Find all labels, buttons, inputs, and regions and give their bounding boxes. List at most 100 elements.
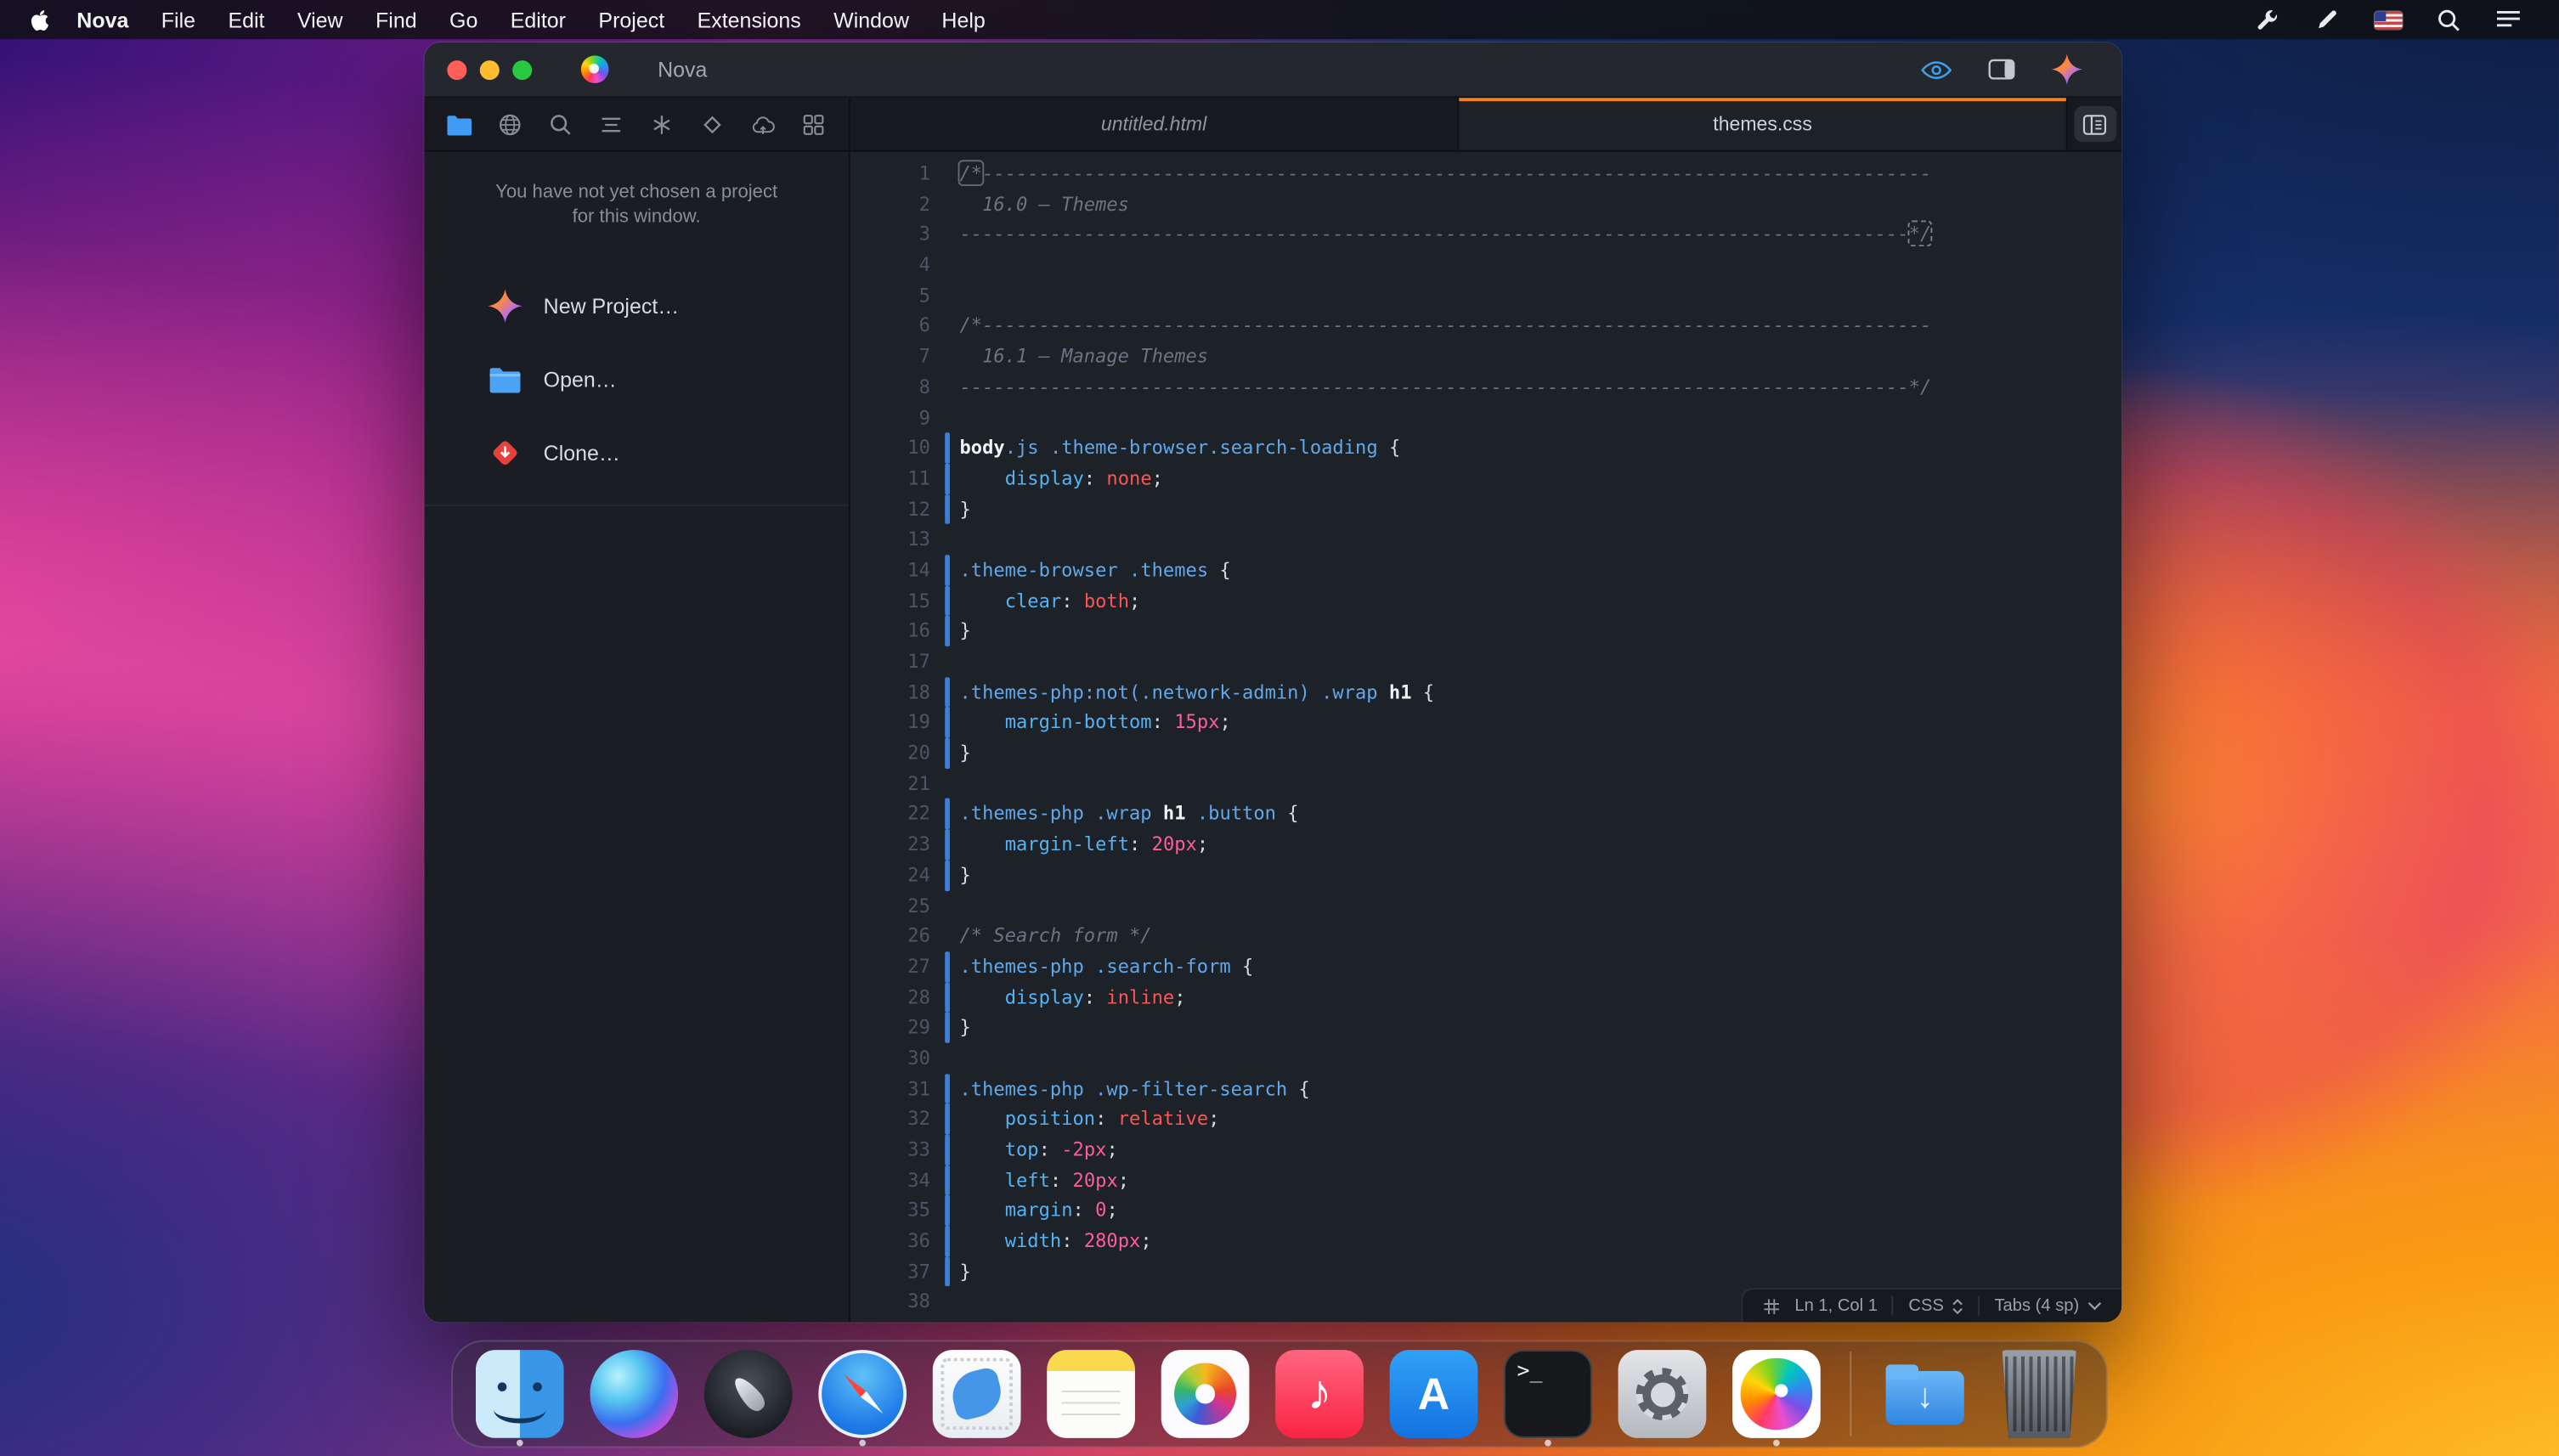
tabs-setting-selector[interactable]: Tabs (4 sp) bbox=[1994, 1296, 2102, 1316]
code-token: : bbox=[1095, 1107, 1118, 1130]
code-line[interactable]: 13 bbox=[850, 524, 2121, 555]
code-token: top bbox=[1005, 1137, 1039, 1160]
menu-item-help[interactable]: Help bbox=[925, 8, 1002, 32]
menu-item-extensions[interactable]: Extensions bbox=[681, 8, 817, 32]
code-line[interactable]: 20} bbox=[850, 738, 2121, 769]
code-token: : bbox=[1152, 711, 1175, 734]
code-line[interactable]: 16} bbox=[850, 616, 2121, 646]
code-line[interactable]: 22.themes-php .wrap h1 .button { bbox=[850, 799, 2121, 829]
code-line[interactable]: 27.themes-php .search-form { bbox=[850, 951, 2121, 982]
zoom-button[interactable] bbox=[512, 59, 532, 79]
symbols-diamond-icon[interactable] bbox=[693, 104, 732, 144]
tool-icon[interactable] bbox=[2252, 5, 2282, 35]
preview-eye-icon[interactable] bbox=[1921, 59, 1952, 79]
code-line[interactable]: 2 16.0 — Themes bbox=[850, 189, 2121, 219]
code-line[interactable]: 34 left: 20px; bbox=[850, 1165, 2121, 1195]
dock-item-appstore[interactable]: A bbox=[1390, 1340, 1478, 1448]
sidebar-action-clone[interactable]: Clone… bbox=[424, 416, 848, 489]
sidebar-action-open[interactable]: Open… bbox=[424, 343, 848, 416]
code-editor[interactable]: 1/*-------------------------------------… bbox=[850, 152, 2121, 1323]
code-line[interactable]: 31.themes-php .wp-filter-search { bbox=[850, 1074, 2121, 1104]
remote-globe-icon[interactable] bbox=[490, 104, 529, 144]
dock-item-finder[interactable] bbox=[476, 1340, 564, 1448]
menu-item-window[interactable]: Window bbox=[817, 8, 925, 32]
code-line[interactable]: 26/* Search form */ bbox=[850, 921, 2121, 951]
code-line[interactable]: 5 bbox=[850, 280, 2121, 311]
sidebar-action-new-project[interactable]: New Project… bbox=[424, 269, 848, 342]
menu-item-file[interactable]: File bbox=[145, 8, 212, 32]
code-line[interactable]: 12} bbox=[850, 494, 2121, 524]
code-line[interactable]: 18.themes-php:not(.network-admin) .wrap … bbox=[850, 677, 2121, 708]
cursor-position[interactable]: Ln 1, Col 1 bbox=[1794, 1296, 1878, 1316]
code-line[interactable]: 15 clear: both; bbox=[850, 585, 2121, 616]
dock-item-launchpad[interactable] bbox=[704, 1340, 793, 1448]
tab-list-icon[interactable] bbox=[2074, 106, 2116, 142]
language-selector[interactable]: CSS bbox=[1908, 1296, 1963, 1316]
menu-item-editor[interactable]: Editor bbox=[494, 8, 583, 32]
code-line[interactable]: 4 bbox=[850, 250, 2121, 280]
dock-item-safari[interactable] bbox=[818, 1340, 907, 1448]
tab-themes-css[interactable]: themes.css bbox=[1459, 98, 2067, 150]
close-button[interactable] bbox=[447, 59, 466, 79]
dock-item-trash[interactable] bbox=[1995, 1340, 2083, 1448]
menu-app-name[interactable]: Nova bbox=[60, 8, 144, 32]
pen-icon[interactable] bbox=[2313, 5, 2342, 35]
minimize-button[interactable] bbox=[480, 59, 500, 79]
menu-item-go[interactable]: Go bbox=[433, 8, 494, 32]
dock-item-settings[interactable] bbox=[1618, 1340, 1707, 1448]
code-line[interactable]: 10body.js .theme-browser.search-loading … bbox=[850, 433, 2121, 464]
publish-cloud-icon[interactable] bbox=[744, 104, 783, 144]
code-line[interactable]: 11 display: none; bbox=[850, 463, 2121, 494]
code-line[interactable]: 6/*-------------------------------------… bbox=[850, 311, 2121, 341]
window-titlebar[interactable]: Nova bbox=[424, 42, 2121, 98]
code-line[interactable]: 21 bbox=[850, 769, 2121, 799]
code-line[interactable]: 9 bbox=[850, 403, 2121, 433]
dock-item-photos[interactable] bbox=[1161, 1340, 1250, 1448]
input-source-flag-icon[interactable] bbox=[2373, 5, 2403, 35]
menu-item-edit[interactable]: Edit bbox=[212, 8, 280, 32]
code-line[interactable]: 37} bbox=[850, 1256, 2121, 1287]
dock-item-siri[interactable] bbox=[590, 1340, 678, 1448]
code-line[interactable]: 8---------------------------------------… bbox=[850, 372, 2121, 403]
asterisk-icon[interactable] bbox=[642, 104, 681, 144]
code-line[interactable]: 36 width: 280px; bbox=[850, 1226, 2121, 1256]
nova-sparkle-icon[interactable] bbox=[2052, 54, 2082, 85]
code-line[interactable]: 3---------------------------------------… bbox=[850, 219, 2121, 250]
settings-app-icon bbox=[1618, 1350, 1707, 1438]
code-text: top: -2px; bbox=[959, 1134, 2121, 1165]
code-line[interactable]: 19 margin-bottom: 15px; bbox=[850, 708, 2121, 738]
code-line[interactable]: 25 bbox=[850, 890, 2121, 921]
tab-untitled-html[interactable]: untitled.html bbox=[850, 98, 1459, 150]
code-line[interactable]: 33 top: -2px; bbox=[850, 1134, 2121, 1165]
code-line[interactable]: 17 bbox=[850, 646, 2121, 677]
code-line[interactable]: 24} bbox=[850, 860, 2121, 890]
dock-item-terminal[interactable]: >_ bbox=[1504, 1340, 1592, 1448]
panel-layout-icon[interactable] bbox=[1988, 59, 2016, 80]
code-line[interactable]: 28 display: inline; bbox=[850, 982, 2121, 1013]
dock-item-downloads[interactable]: ↓ bbox=[1881, 1340, 1969, 1448]
apple-icon[interactable] bbox=[30, 8, 51, 32]
dock-item-mail[interactable] bbox=[933, 1340, 1021, 1448]
extensions-grid-icon[interactable] bbox=[794, 104, 833, 144]
code-line[interactable]: 29} bbox=[850, 1013, 2121, 1043]
files-folder-icon[interactable] bbox=[439, 104, 478, 144]
menu-item-find[interactable]: Find bbox=[359, 8, 433, 32]
code-line[interactable]: 14.theme-browser .themes { bbox=[850, 555, 2121, 585]
code-line[interactable]: 35 margin: 0; bbox=[850, 1195, 2121, 1226]
code-line[interactable]: 7 16.1 — Manage Themes bbox=[850, 341, 2121, 372]
menu-list-icon[interactable] bbox=[2494, 5, 2523, 35]
menu-item-view[interactable]: View bbox=[281, 8, 359, 32]
code-token bbox=[959, 1229, 1004, 1252]
search-icon[interactable] bbox=[540, 104, 579, 144]
menu-item-project[interactable]: Project bbox=[582, 8, 681, 32]
dock-item-music[interactable]: ♪ bbox=[1275, 1340, 1364, 1448]
code-line[interactable]: 32 position: relative; bbox=[850, 1104, 2121, 1135]
dock-item-nova[interactable] bbox=[1732, 1340, 1821, 1448]
dock-item-notes[interactable] bbox=[1047, 1340, 1135, 1448]
code-line[interactable]: 23 margin-left: 20px; bbox=[850, 829, 2121, 860]
spotlight-search-icon[interactable] bbox=[2433, 5, 2463, 35]
indent-grid-icon[interactable] bbox=[1762, 1297, 1780, 1315]
code-line[interactable]: 30 bbox=[850, 1043, 2121, 1074]
code-line[interactable]: 1/*-------------------------------------… bbox=[850, 158, 2121, 189]
text-align-icon[interactable] bbox=[591, 104, 630, 144]
